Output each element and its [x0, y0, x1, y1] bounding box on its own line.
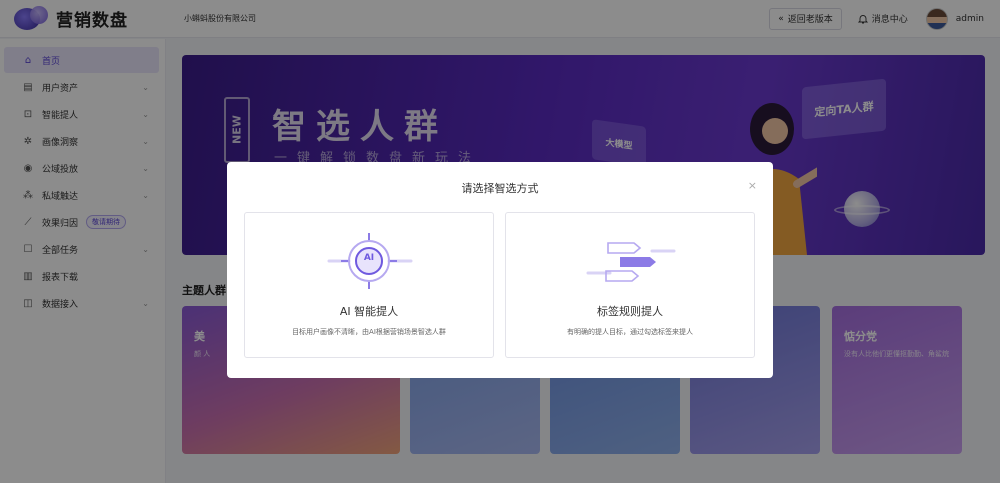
option-description: 目标用户画像不清晰，由AI根据营销场景智选人群 — [292, 328, 446, 336]
option-title: AI 智能提人 — [339, 305, 399, 318]
dialog-title: 请选择智选方式 — [461, 182, 539, 195]
select-method-dialog: 请选择智选方式 × AI AI 智能提人 目标用户画像不清晰，由AI根据营销场景… — [227, 162, 773, 378]
close-icon[interactable]: × — [748, 179, 757, 192]
tag-rule-select-option[interactable]: 标签规则提人 有明确的提人目标，通过勾选标签来提人 — [505, 212, 755, 358]
ai-select-option[interactable]: AI AI 智能提人 目标用户画像不清晰，由AI根据营销场景智选人群 — [244, 212, 494, 358]
option-description: 有明确的提人目标，通过勾选标签来提人 — [567, 328, 693, 336]
tag-rule-icon — [586, 242, 676, 282]
option-title: 标签规则提人 — [597, 305, 663, 318]
ai-icon-label: AI — [363, 253, 375, 263]
